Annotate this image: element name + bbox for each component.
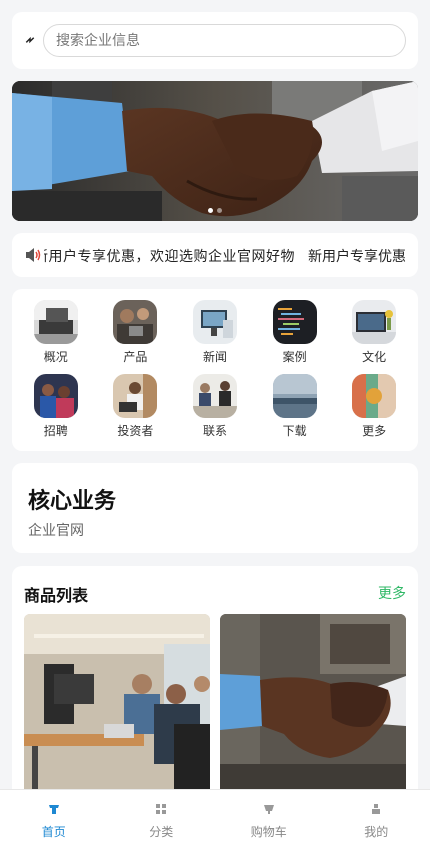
banner-image <box>12 81 418 221</box>
product-list-more-link[interactable]: 更多 <box>378 583 406 603</box>
tab-category[interactable]: 分类 <box>108 790 216 844</box>
more-thumbnail <box>352 374 397 418</box>
grid-item-products[interactable]: 产品 <box>96 300 176 366</box>
grid-item-label: 联系 <box>202 424 227 438</box>
overview-thumbnail <box>33 300 78 344</box>
news-thumbnail <box>192 300 237 344</box>
banner-carousel[interactable] <box>12 81 418 221</box>
contact-thumbnail <box>192 374 237 418</box>
category-grid: 概况 产品 新闻 案例 文化 招聘 投资者 联系 下载 更多 <box>16 300 414 440</box>
grid-item-cases[interactable]: 案例 <box>255 300 335 366</box>
product-card[interactable] <box>220 614 406 814</box>
search-box[interactable] <box>43 24 406 57</box>
grid-item-label: 案例 <box>282 350 307 364</box>
notice-marquee: 新用户专享优惠，欢迎选购企业官网好物! <box>44 233 294 277</box>
tab-label: 首页 <box>41 825 66 839</box>
grid-item-more[interactable]: 更多 <box>334 374 414 440</box>
search-input[interactable] <box>44 25 405 56</box>
product-card[interactable] <box>24 614 210 814</box>
grid-item-label: 文化 <box>362 350 387 364</box>
grid-item-news[interactable]: 新闻 <box>175 300 255 366</box>
grid-item-label: 概况 <box>43 350 68 364</box>
carousel-dots <box>12 208 418 213</box>
core-business-title: 核心业务 <box>28 489 117 514</box>
grid-item-label: 投资者 <box>117 424 154 438</box>
tab-cart[interactable]: 购物车 <box>215 790 323 844</box>
grid-item-label: 更多 <box>362 424 387 438</box>
notice-bar[interactable]: 新用户专享优惠，欢迎选购企业官网好物! 新用户专享优惠 <box>12 233 418 277</box>
tab-profile[interactable]: 我的 <box>323 790 430 844</box>
grid-item-recruit[interactable]: 招聘 <box>16 374 96 440</box>
products-thumbnail <box>113 300 158 344</box>
bottom-tab-bar: 首页 分类 购物车 我的 <box>0 789 430 844</box>
grid-item-overview[interactable]: 概况 <box>16 300 96 366</box>
cart-icon <box>263 805 274 814</box>
core-business-card[interactable]: 核心业务 企业官网 <box>12 463 418 553</box>
culture-thumbnail <box>352 300 397 344</box>
cases-thumbnail <box>272 300 317 344</box>
tab-label: 购物车 <box>250 825 287 839</box>
product-list-card: 商品列表 更多 <box>12 566 418 814</box>
grid-item-download[interactable]: 下载 <box>255 374 335 440</box>
carousel-dot[interactable] <box>208 208 213 213</box>
category-icon <box>156 804 167 814</box>
grid-item-label: 招聘 <box>43 424 68 438</box>
tab-label: 我的 <box>364 825 389 839</box>
carousel-dot[interactable] <box>217 208 222 213</box>
grid-item-label: 产品 <box>123 350 148 364</box>
grid-item-label: 新闻 <box>202 350 227 364</box>
investors-thumbnail <box>113 374 158 418</box>
recruit-thumbnail <box>33 374 78 418</box>
home-icon <box>48 805 59 814</box>
core-business-subtitle: 企业官网 <box>28 523 84 539</box>
product-image <box>24 614 210 814</box>
notice-promo-text[interactable]: 新用户专享优惠 <box>308 246 406 266</box>
grid-item-label: 下载 <box>282 424 307 438</box>
product-list-title: 商品列表 <box>24 586 89 605</box>
tab-home[interactable]: 首页 <box>0 790 108 844</box>
notice-marquee-text: 新用户专享优惠，欢迎选购企业官网好物! <box>44 249 294 265</box>
search-card <box>12 12 418 69</box>
profile-icon <box>372 804 381 814</box>
logo-icon <box>25 36 35 44</box>
product-image <box>220 614 406 814</box>
category-grid-card: 概况 产品 新闻 案例 文化 招聘 投资者 联系 下载 更多 <box>12 289 418 451</box>
download-thumbnail <box>272 374 317 418</box>
tab-label: 分类 <box>149 825 174 839</box>
grid-item-culture[interactable]: 文化 <box>334 300 414 366</box>
grid-item-contact[interactable]: 联系 <box>175 374 255 440</box>
speaker-icon <box>26 248 41 262</box>
grid-item-investors[interactable]: 投资者 <box>96 374 176 440</box>
